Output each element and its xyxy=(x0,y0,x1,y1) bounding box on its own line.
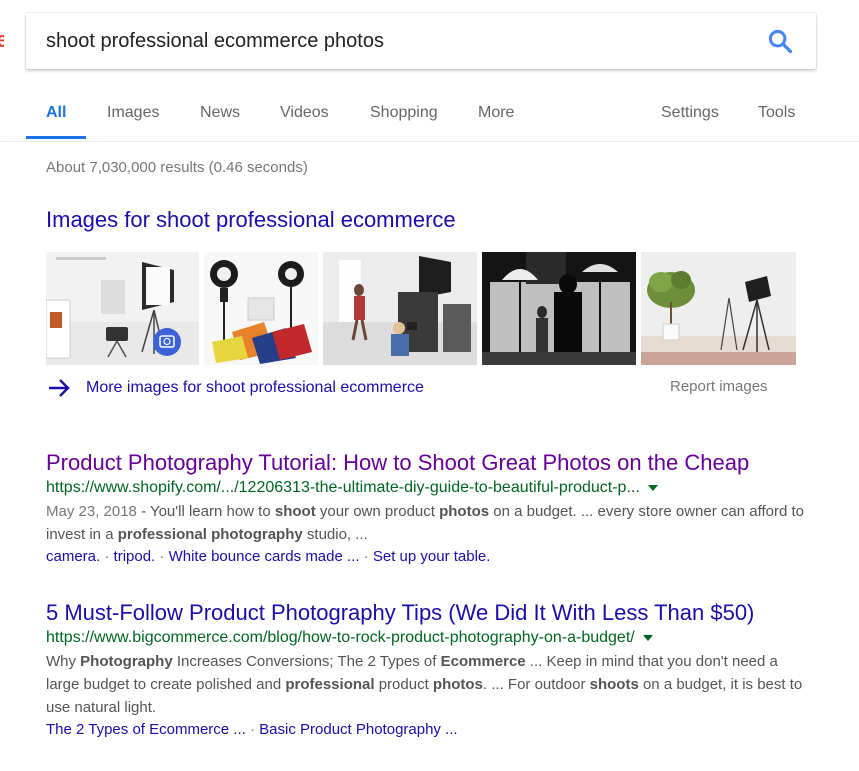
tab-shopping[interactable]: Shopping xyxy=(370,104,438,122)
image-thumbnail[interactable] xyxy=(641,252,796,365)
search-tabs: All Images News Videos Shopping More Set… xyxy=(0,92,859,142)
tab-images[interactable]: Images xyxy=(107,104,159,122)
sitelink[interactable]: camera. xyxy=(46,548,100,565)
snippet-bold: shoot xyxy=(274,503,316,520)
url-dropdown-caret-icon[interactable] xyxy=(642,634,653,641)
search-result: Product Photography Tutorial: How to Sho… xyxy=(46,450,806,568)
image-thumbnail[interactable] xyxy=(323,252,477,365)
result-date: May 23, 2018 xyxy=(46,503,137,520)
result-url-text: https://www.bigcommerce.com/blog/how-to-… xyxy=(46,629,635,646)
more-images-link[interactable]: More images for shoot professional ecomm… xyxy=(46,376,424,400)
result-snippet: May 23, 2018 - You'll learn how to shoot… xyxy=(46,500,806,546)
snippet-bold: shoots xyxy=(589,676,639,693)
image-thumbnail[interactable] xyxy=(46,252,199,365)
tab-all[interactable]: All xyxy=(46,104,66,122)
search-result: 5 Must-Follow Product Photography Tips (… xyxy=(46,600,806,741)
tab-videos[interactable]: Videos xyxy=(280,104,329,122)
snippet-bold: Photography xyxy=(80,653,173,670)
tab-more[interactable]: More xyxy=(478,104,514,122)
image-thumbnails xyxy=(46,252,796,365)
sitelink[interactable]: tripod. xyxy=(114,548,156,565)
active-tab-indicator xyxy=(26,136,86,139)
result-title-link[interactable]: Product Photography Tutorial: How to Sho… xyxy=(46,450,806,476)
sitelink[interactable]: White bounce cards made ... xyxy=(169,548,360,565)
snippet-text: studio, ... xyxy=(302,526,368,543)
result-title-link[interactable]: 5 Must-Follow Product Photography Tips (… xyxy=(46,600,806,626)
tab-news[interactable]: News xyxy=(200,104,240,122)
sitelink[interactable]: The 2 Types of Ecommerce ... xyxy=(46,721,246,738)
tab-settings[interactable]: Settings xyxy=(661,104,719,122)
search-input[interactable] xyxy=(46,29,736,53)
snippet-bold: professional photography xyxy=(117,526,303,543)
snippet-text: Why xyxy=(46,653,81,670)
image-thumbnail[interactable] xyxy=(204,252,318,365)
result-url: https://www.bigcommerce.com/blog/how-to-… xyxy=(46,628,806,648)
sitelink[interactable]: Basic Product Photography ... xyxy=(259,721,457,738)
tab-tools[interactable]: Tools xyxy=(758,104,795,122)
result-stats: About 7,030,000 results (0.46 seconds) xyxy=(46,159,308,176)
image-thumbnail[interactable] xyxy=(482,252,636,365)
url-dropdown-caret-icon[interactable] xyxy=(647,484,658,491)
result-url: https://www.shopify.com/.../12206313-the… xyxy=(46,478,806,498)
images-heading-link[interactable]: Images for shoot professional ecommerce xyxy=(46,207,456,233)
result-sitelinks: The 2 Types of Ecommerce ... · Basic Pro… xyxy=(46,721,458,738)
snippet-bold: Ecommerce xyxy=(440,653,526,670)
snippet-text: Increases Conversions; The 2 Types of xyxy=(172,653,441,670)
report-images-link[interactable]: Report images xyxy=(670,378,768,395)
result-sitelinks: camera. · tripod. · White bounce cards m… xyxy=(46,548,491,565)
snippet-text: product xyxy=(374,676,433,693)
snippet-text: your own product xyxy=(315,503,440,520)
search-icon[interactable] xyxy=(766,27,794,55)
snippet-bold: photos xyxy=(432,676,483,693)
sitelink[interactable]: Set up your table. xyxy=(373,548,491,565)
more-images-label: More images for shoot professional ecomm… xyxy=(86,379,424,396)
result-url-text: https://www.shopify.com/.../12206313-the… xyxy=(46,479,640,496)
result-snippet: Why Photography Increases Conversions; T… xyxy=(46,650,806,719)
snippet-text: . ... For outdoor xyxy=(482,676,590,693)
snippet-bold: professional xyxy=(285,676,375,693)
snippet-bold: photos xyxy=(439,503,490,520)
google-logo-fragment[interactable]: e xyxy=(0,30,4,50)
snippet-text: - You'll learn how to xyxy=(136,503,275,520)
arrow-right-icon xyxy=(49,379,70,397)
search-box xyxy=(26,13,816,69)
